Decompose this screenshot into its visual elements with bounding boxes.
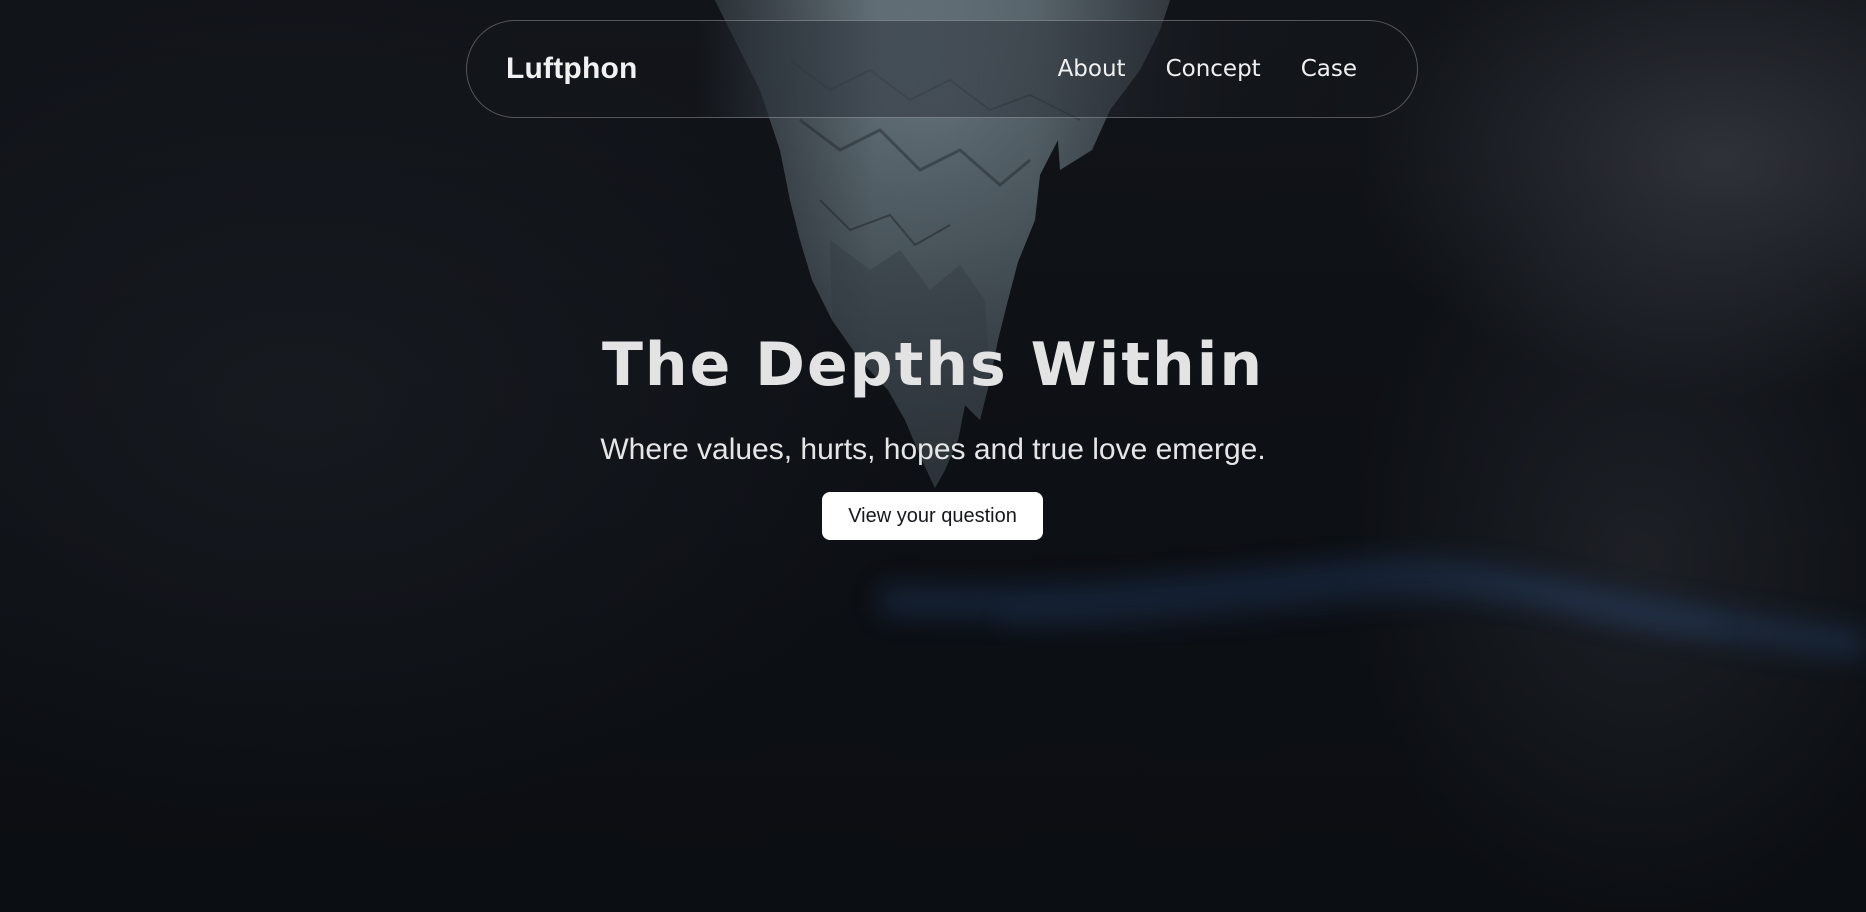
nav-links: About Concept Case xyxy=(1058,56,1357,82)
page: Luftphon About Concept Case The Depths W… xyxy=(0,0,1866,912)
hero-title: The Depths Within xyxy=(601,330,1265,400)
view-question-button[interactable]: View your question xyxy=(822,492,1043,540)
hero-subtitle: Where values, hurts, hopes and true love… xyxy=(600,433,1266,466)
nav-link-about[interactable]: About xyxy=(1058,56,1126,82)
brand-logo[interactable]: Luftphon xyxy=(506,52,638,86)
top-navbar: Luftphon About Concept Case xyxy=(466,20,1418,118)
nav-link-case[interactable]: Case xyxy=(1301,56,1357,82)
nav-link-concept[interactable]: Concept xyxy=(1166,56,1261,82)
